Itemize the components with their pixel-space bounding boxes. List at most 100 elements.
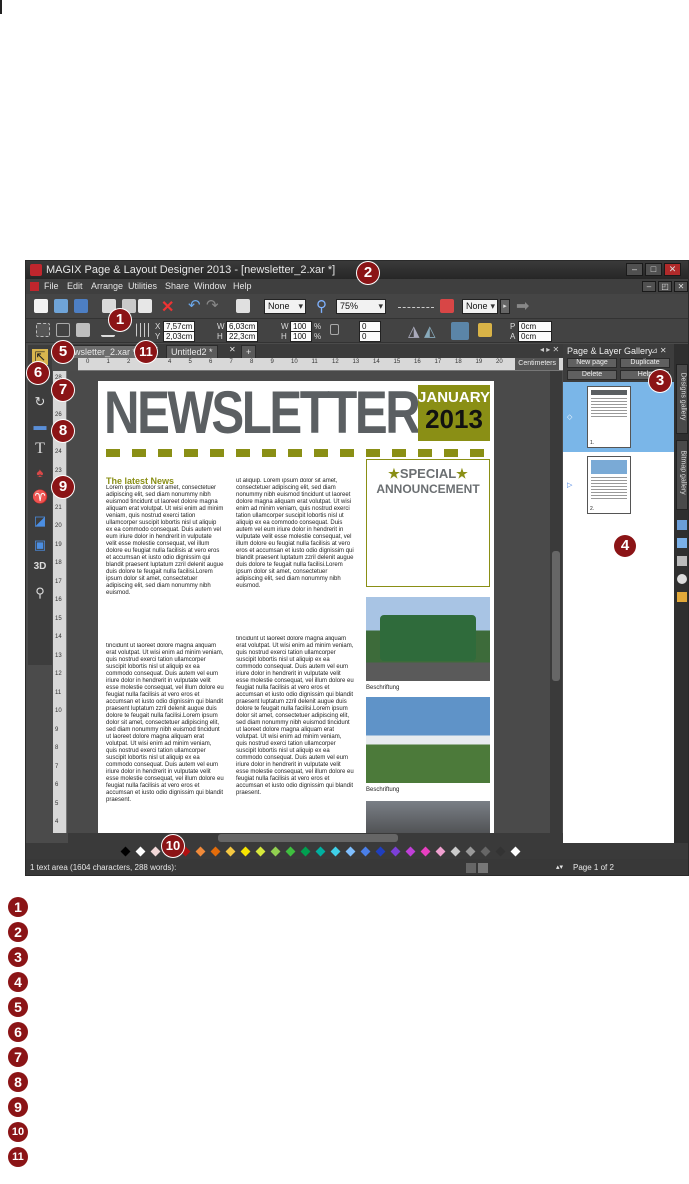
gallery-icon-5[interactable] — [677, 592, 687, 602]
snap-line-icon[interactable] — [398, 302, 434, 308]
color-swatch[interactable] — [135, 846, 146, 857]
zoom-select[interactable]: 75% — [336, 299, 386, 314]
color-swatch[interactable] — [120, 846, 131, 857]
newsletter-page[interactable]: NEWSLETTER JANUARY 2013 The latest News … — [98, 381, 494, 833]
color-swatch[interactable] — [360, 846, 371, 857]
duplicate-button[interactable]: Duplicate — [620, 358, 670, 368]
vertical-scrollbar[interactable] — [550, 371, 562, 833]
expand-icon-2[interactable]: ▷ — [567, 481, 572, 489]
page-thumb-row-2[interactable]: ▷ 2. — [563, 454, 674, 516]
gallery-icon-1[interactable] — [677, 520, 687, 530]
color-swatch[interactable] — [225, 846, 236, 857]
color-swatch[interactable] — [300, 846, 311, 857]
column-2-text-b[interactable]: tincidunt ut laoreet dolore magna aliqua… — [236, 636, 354, 833]
color-swatch[interactable] — [420, 846, 431, 857]
menu-edit[interactable]: Edit — [67, 279, 83, 294]
curve-icon[interactable] — [56, 323, 70, 337]
page-thumb-selected[interactable]: ◇ 1. — [563, 382, 674, 452]
arrow-right-icon[interactable]: ➡ — [516, 296, 529, 316]
canvas[interactable]: NEWSLETTER JANUARY 2013 The latest News … — [68, 371, 550, 833]
column-1-text-a[interactable]: Lorem ipsum dolor sit amet, consectetuer… — [106, 485, 224, 633]
shear-field[interactable]: 0 — [359, 331, 381, 342]
color-swatch[interactable] — [150, 846, 161, 857]
pick-tool-icon[interactable] — [451, 322, 469, 340]
color-swatch[interactable] — [405, 846, 416, 857]
transparency-tool-icon[interactable]: ♈ — [32, 489, 48, 505]
maximize-button[interactable]: □ — [645, 263, 662, 276]
new-document-icon[interactable] — [34, 299, 48, 313]
doc-minimize-button[interactable]: – — [642, 281, 656, 292]
tab-close-icon-2[interactable]: ✕ — [229, 345, 236, 354]
fill-tool-icon-2[interactable]: ♠ — [32, 465, 48, 481]
vertical-scroll-thumb[interactable] — [552, 551, 560, 681]
color-swatch[interactable] — [510, 846, 521, 857]
menu-file[interactable]: File — [44, 279, 59, 294]
color-swatch[interactable] — [315, 846, 326, 857]
delete-icon[interactable]: ✕ — [161, 297, 174, 317]
color-swatch[interactable] — [285, 846, 296, 857]
page-arrows-icon[interactable]: ▴▾ — [556, 859, 563, 875]
tag-icon[interactable] — [478, 323, 492, 337]
bevel-tool-icon[interactable]: ▣ — [32, 537, 48, 553]
status-icon-2[interactable] — [478, 863, 488, 873]
height-field[interactable]: 22,3cm — [226, 331, 258, 342]
menu-utilities[interactable]: Utilities — [128, 279, 157, 294]
color-swatch[interactable] — [255, 846, 266, 857]
magnet-icon[interactable] — [440, 299, 454, 313]
masthead[interactable]: NEWSLETTER — [104, 383, 421, 443]
color-swatch[interactable] — [240, 846, 251, 857]
color-swatch[interactable] — [495, 846, 506, 857]
coast-photo[interactable] — [366, 697, 490, 783]
menu-help[interactable]: Help — [233, 279, 252, 294]
special-announcement-box[interactable]: ★SPECIAL★ ANNOUNCEMENT — [366, 459, 490, 587]
text-tool-icon[interactable]: T — [32, 441, 48, 457]
color-swatch[interactable] — [330, 846, 341, 857]
shadow-tool-icon[interactable]: ◪ — [32, 513, 48, 529]
rectangle-tool-icon[interactable]: ▬ — [32, 418, 48, 434]
color-swatch[interactable] — [195, 846, 206, 857]
horizontal-scrollbar[interactable] — [68, 833, 563, 843]
redo-icon[interactable]: ↷ — [206, 296, 219, 314]
zoom-icon[interactable]: ⚲ — [316, 297, 327, 315]
minimize-button[interactable]: – — [626, 263, 643, 276]
save-icon[interactable] — [74, 299, 88, 313]
color-swatch[interactable] — [375, 846, 386, 857]
snap-select[interactable]: None — [462, 299, 498, 314]
a-field[interactable]: 0cm — [518, 331, 552, 342]
color-swatch[interactable] — [465, 846, 476, 857]
y-field[interactable]: 2,03cm — [163, 331, 195, 342]
color-swatch[interactable] — [345, 846, 356, 857]
paste-icon[interactable] — [138, 299, 152, 313]
column-1-text-b[interactable]: tincidunt ut laoreet dolore magna aliqua… — [106, 643, 224, 833]
delete-button[interactable]: Delete — [567, 370, 617, 380]
gallery-icon-2[interactable] — [677, 538, 687, 548]
new-tab-button[interactable]: + — [241, 345, 257, 358]
fill-tool-icon[interactable] — [76, 323, 90, 337]
date-box[interactable]: JANUARY 2013 — [418, 385, 490, 441]
status-icon-1[interactable] — [466, 863, 476, 873]
page-thumb-1[interactable]: 1. — [587, 386, 631, 448]
color-swatch[interactable] — [390, 846, 401, 857]
expand-icon[interactable]: ◇ — [567, 413, 572, 421]
grid-icon[interactable] — [136, 323, 150, 337]
new-page-button[interactable]: New page — [567, 358, 617, 368]
quality-select[interactable]: None — [264, 299, 306, 314]
car-photo[interactable] — [366, 801, 490, 833]
flip-vertical-icon[interactable]: ◭ — [424, 322, 436, 340]
menu-arrange[interactable]: Arrange — [91, 279, 123, 294]
bus-photo[interactable] — [366, 597, 490, 681]
gallery-icon-3[interactable] — [677, 556, 687, 566]
page-thumb-2[interactable]: 2. — [587, 456, 631, 514]
magnify-tool-icon[interactable]: ⚲ — [32, 585, 48, 601]
ruler-units[interactable]: Centimeters — [515, 358, 559, 370]
color-swatch[interactable] — [210, 846, 221, 857]
gallery-icon-4[interactable] — [677, 574, 687, 584]
doc-restore-button[interactable]: ◰ — [658, 281, 672, 292]
3d-tool-icon[interactable]: 3D — [32, 559, 48, 575]
color-swatch[interactable] — [270, 846, 281, 857]
flip-horizontal-icon[interactable]: ◮ — [408, 322, 420, 340]
selection-bounds-icon[interactable] — [36, 323, 50, 337]
doc-close-button[interactable]: ✕ — [674, 281, 688, 292]
undo-icon[interactable]: ↶ — [188, 296, 201, 314]
color-swatch[interactable] — [450, 846, 461, 857]
